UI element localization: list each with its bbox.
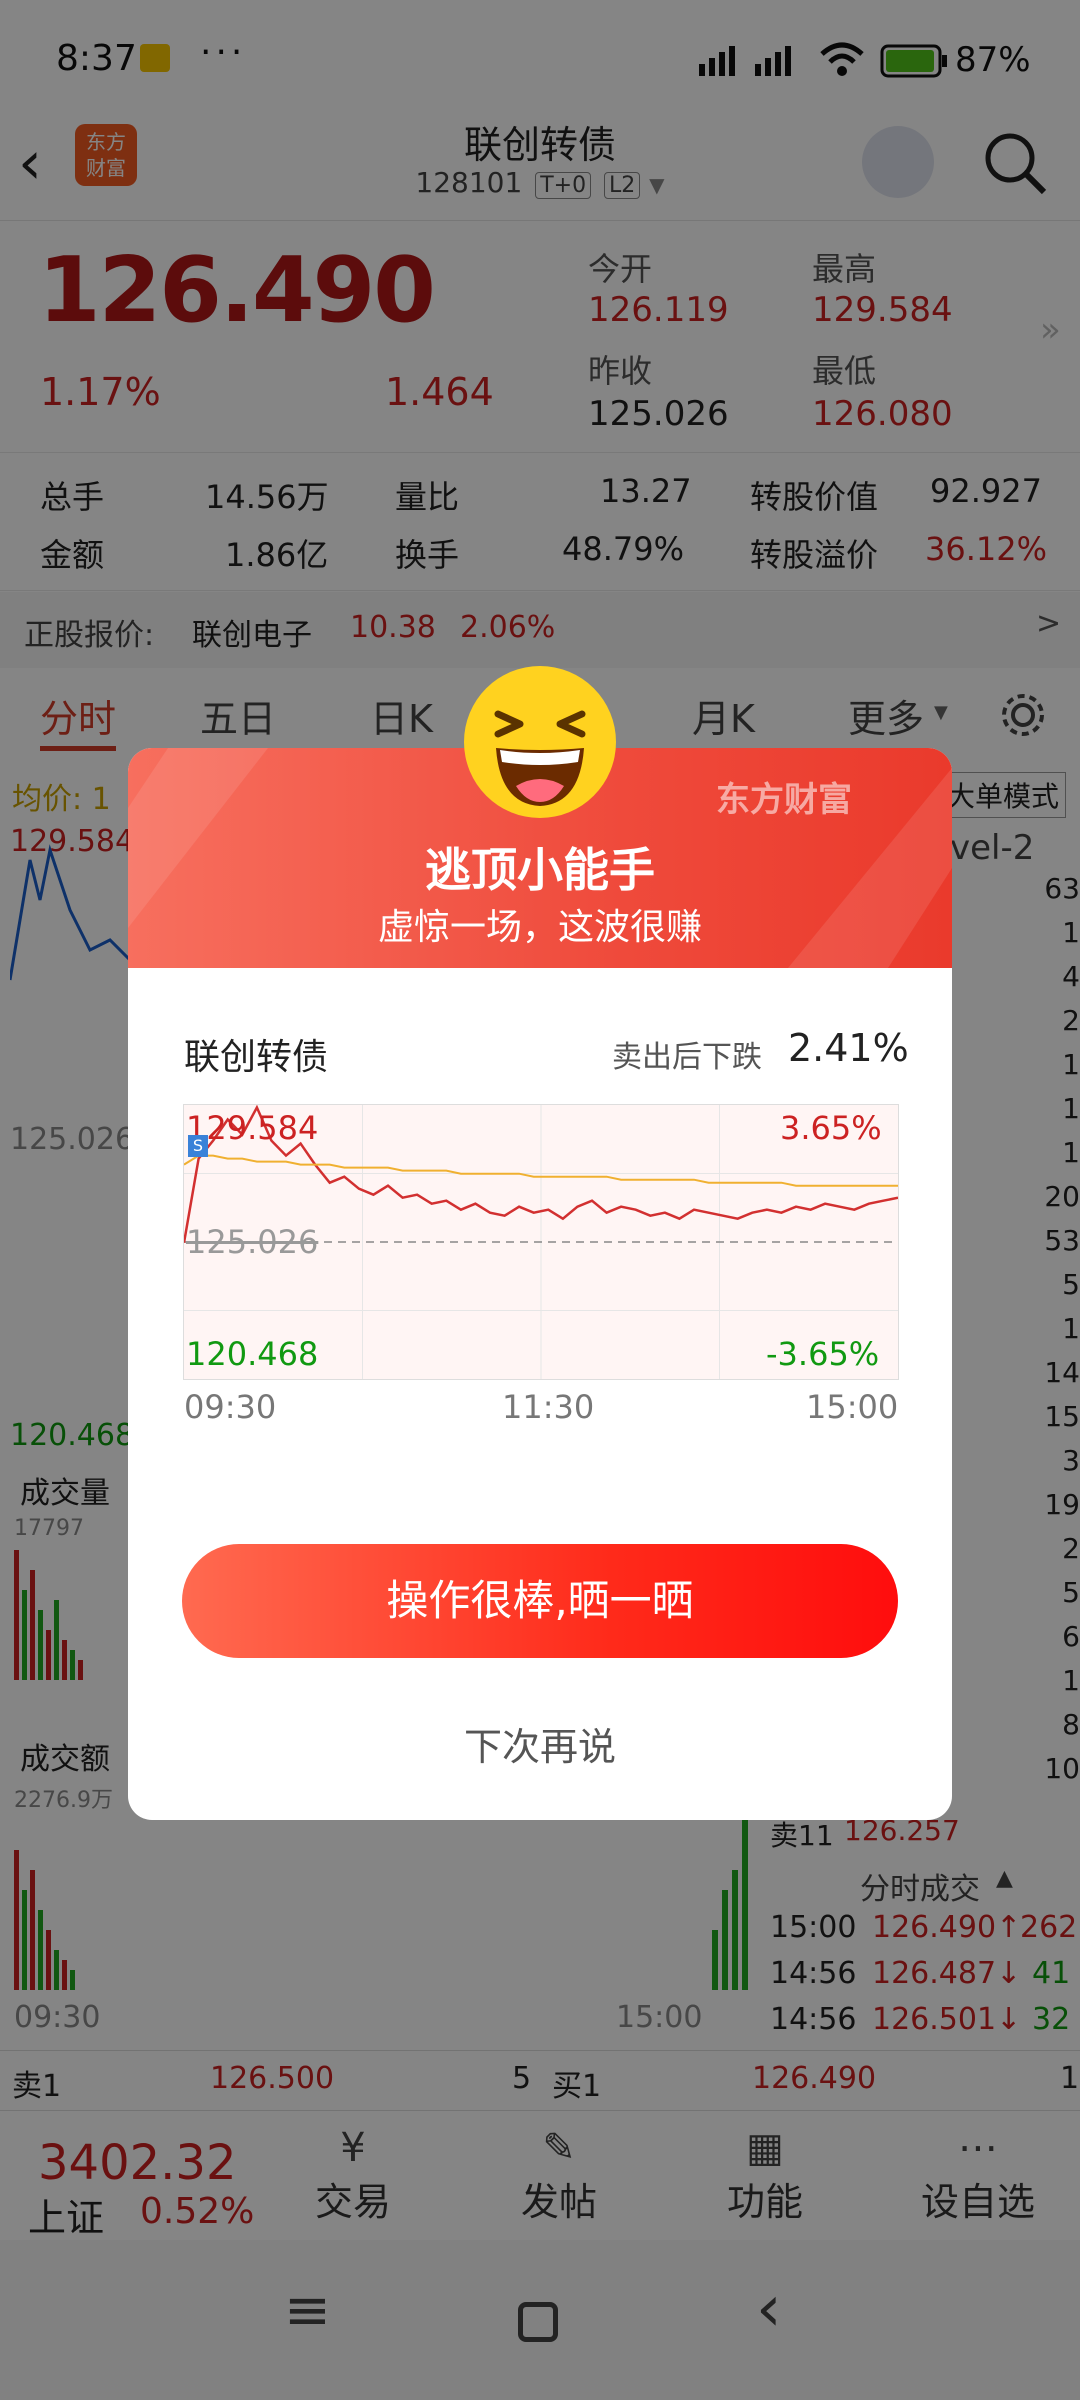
dismiss-later-button[interactable]: 下次再说 [128, 1716, 952, 1771]
x-tick-start: 09:30 [184, 1388, 277, 1426]
chart-low-pct: -3.65% [766, 1335, 880, 1373]
share-button[interactable]: 操作很棒,晒一晒 [182, 1544, 898, 1658]
sell-marker-icon: S [188, 1135, 208, 1157]
chart-high-pct: 3.65% [780, 1109, 882, 1147]
x-tick-end: 15:00 [806, 1388, 899, 1426]
modal-subtitle: 虚惊一场，这波很赚 [377, 907, 702, 948]
mini-chart: 129.584 3.65% 125.026 120.468 -3.65% S [183, 1104, 899, 1380]
modal-stock-name: 联创转债 [184, 1037, 329, 1078]
laughing-emoji-icon [464, 666, 616, 818]
drop-value: 2.41% [788, 1026, 909, 1070]
share-modal: 东方财富 逃顶小能手 虚惊一场，这波很赚 联创转债 卖出后下跌 2.41% 12… [128, 748, 952, 1820]
watermark-logo: 东方财富 [716, 780, 852, 820]
chart-mid-label: 125.026 [186, 1223, 319, 1261]
modal-title: 逃顶小能手 [425, 843, 655, 897]
chart-low-label: 120.468 [186, 1335, 319, 1373]
drop-label: 卖出后下跌 [612, 1040, 762, 1075]
x-tick-mid: 11:30 [502, 1388, 595, 1426]
